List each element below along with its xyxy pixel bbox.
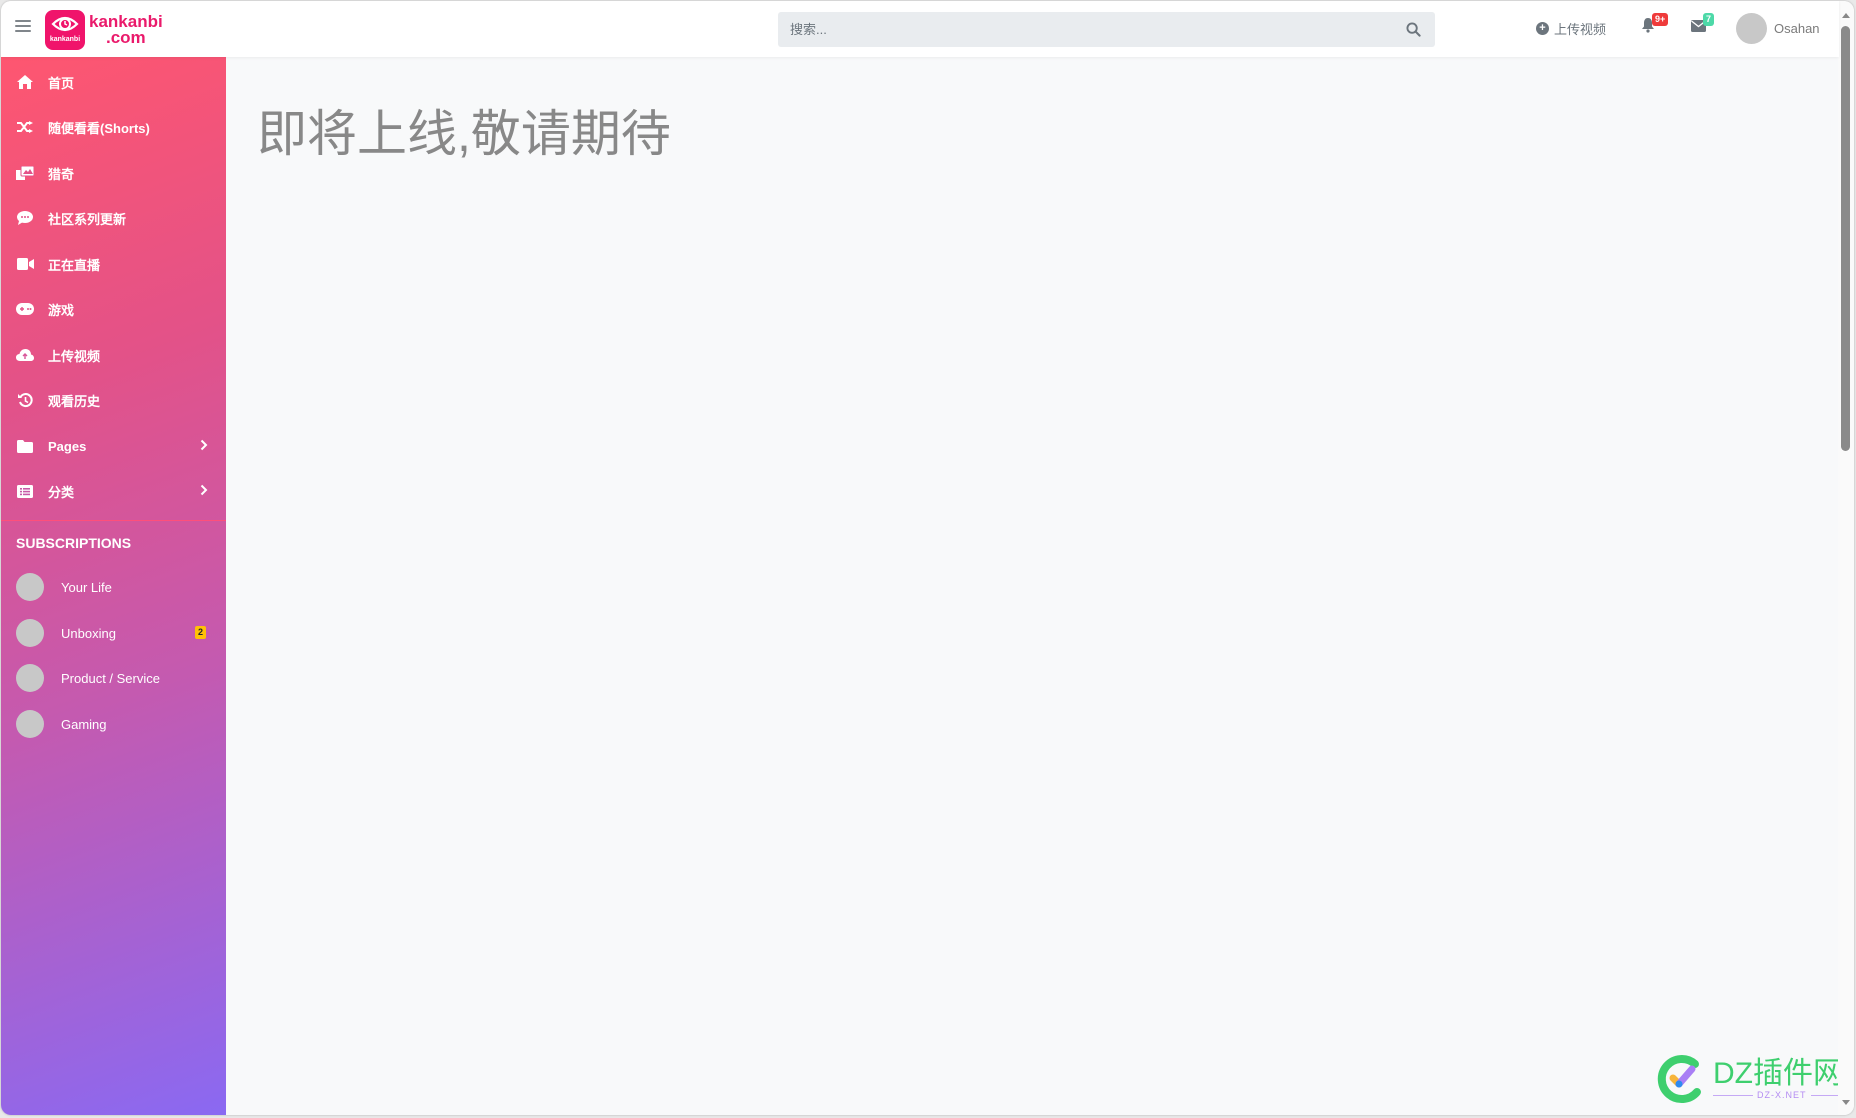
- notifications-button[interactable]: 9+: [1641, 13, 1669, 38]
- home-icon: [15, 75, 35, 89]
- user-avatar: [1736, 13, 1767, 44]
- top-navbar: kankanbi kankanbi .com + 上传视频: [1, 1, 1839, 57]
- search-bar: [778, 12, 1435, 47]
- sidebar-item-history[interactable]: 观看历史: [1, 381, 226, 419]
- sidebar: 首页 随便看看(Shorts) 猎奇 社区系列更新 正在直播 游戏 上传视频 观…: [1, 57, 226, 1115]
- search-icon: [1405, 22, 1421, 37]
- sidebar-item-label: 首页: [48, 75, 75, 91]
- folder-icon: [15, 439, 35, 453]
- gamepad-icon: [15, 303, 35, 315]
- subscription-count-badge: 2: [194, 626, 206, 639]
- scroll-down-arrow-icon[interactable]: [1842, 1100, 1850, 1105]
- sidebar-item-label: Pages: [48, 438, 87, 454]
- search-button[interactable]: [1391, 12, 1435, 47]
- sidebar-item-curious[interactable]: 猎奇: [1, 154, 226, 192]
- scroll-up-arrow-icon[interactable]: [1842, 13, 1850, 18]
- sidebar-item-label: 观看历史: [48, 393, 101, 409]
- channel-avatar: [16, 664, 44, 692]
- chevron-right-icon: [200, 439, 208, 454]
- logo-eye-icon: kankanbi: [45, 10, 85, 50]
- upload-video-label: 上传视频: [1554, 22, 1607, 37]
- sidebar-item-label: 游戏: [48, 302, 75, 318]
- subscription-item[interactable]: Gaming: [1, 704, 226, 744]
- subscription-label: Product / Service: [61, 670, 160, 686]
- subscription-item[interactable]: Product / Service: [1, 658, 226, 698]
- notifications-badge: 9+: [1652, 13, 1669, 26]
- chevron-right-icon: [200, 484, 208, 499]
- watermark-logo-icon: [1657, 1055, 1701, 1103]
- cloud-upload-icon: [15, 349, 35, 361]
- browser-window: kankanbi kankanbi .com + 上传视频: [1, 1, 1854, 1115]
- user-menu[interactable]: Osahan: [1736, 13, 1820, 44]
- page-title: 即将上线,敬请期待: [257, 106, 671, 162]
- upload-video-link[interactable]: + 上传视频: [1536, 19, 1606, 38]
- sidebar-item-live[interactable]: 正在直播: [1, 245, 226, 283]
- sidebar-item-label: 随便看看(Shorts): [48, 120, 150, 136]
- watermark-subtext: DZ-X.NET: [1757, 1090, 1807, 1100]
- sidebar-item-label: 上传视频: [48, 348, 101, 364]
- sidebar-item-games[interactable]: 游戏: [1, 290, 226, 328]
- sidebar-item-categories[interactable]: 分类: [1, 472, 226, 510]
- site-logo[interactable]: kankanbi kankanbi .com: [45, 10, 163, 50]
- subscription-label: Your Life: [61, 579, 112, 595]
- channel-avatar: [16, 619, 44, 647]
- sidebar-item-label: 社区系列更新: [48, 211, 127, 227]
- sidebar-item-label: 正在直播: [48, 257, 101, 273]
- sidebar-item-pages[interactable]: Pages: [1, 427, 226, 465]
- sidebar-item-shorts[interactable]: 随便看看(Shorts): [1, 108, 226, 146]
- sms-comment-icon: [15, 211, 35, 225]
- watermark-text: DZ插件网: [1713, 1057, 1843, 1090]
- subscription-label: Unboxing: [61, 625, 116, 641]
- sidebar-item-label: 分类: [48, 484, 75, 500]
- sidebar-item-upload[interactable]: 上传视频: [1, 336, 226, 374]
- channel-avatar: [16, 710, 44, 738]
- subscription-item[interactable]: Your Life: [1, 567, 226, 607]
- watermark: DZ插件网 DZ-X.NET: [1657, 1054, 1851, 1104]
- messages-badge: 7: [1703, 13, 1715, 26]
- history-icon: [15, 392, 35, 408]
- sidebar-item-home[interactable]: 首页: [1, 63, 226, 101]
- logo-text: kankanbi .com: [89, 13, 163, 47]
- subscription-item[interactable]: Unboxing 2: [1, 613, 226, 653]
- channel-avatar: [16, 573, 44, 601]
- sidebar-item-community[interactable]: 社区系列更新: [1, 199, 226, 237]
- sidebar-item-label: 猎奇: [48, 166, 75, 182]
- scrollbar-thumb[interactable]: [1841, 26, 1850, 451]
- sidebar-divider: [1, 520, 226, 521]
- logo-text-line2: .com: [106, 28, 146, 47]
- logo-caption: kankanbi: [49, 36, 81, 43]
- search-input[interactable]: [778, 12, 1391, 47]
- menu-toggle-icon[interactable]: [15, 20, 31, 34]
- images-icon: [15, 166, 35, 180]
- video-camera-icon: [15, 258, 35, 270]
- shuffle-icon: [15, 121, 35, 133]
- user-name: Osahan: [1774, 21, 1820, 36]
- messages-button[interactable]: 7: [1691, 13, 1715, 37]
- subscriptions-heading: SUBSCRIPTIONS: [16, 535, 132, 551]
- subscription-label: Gaming: [61, 716, 107, 732]
- list-icon: [15, 484, 35, 498]
- page-scrollbar[interactable]: [1838, 1, 1854, 1115]
- plus-circle-icon: +: [1536, 22, 1549, 35]
